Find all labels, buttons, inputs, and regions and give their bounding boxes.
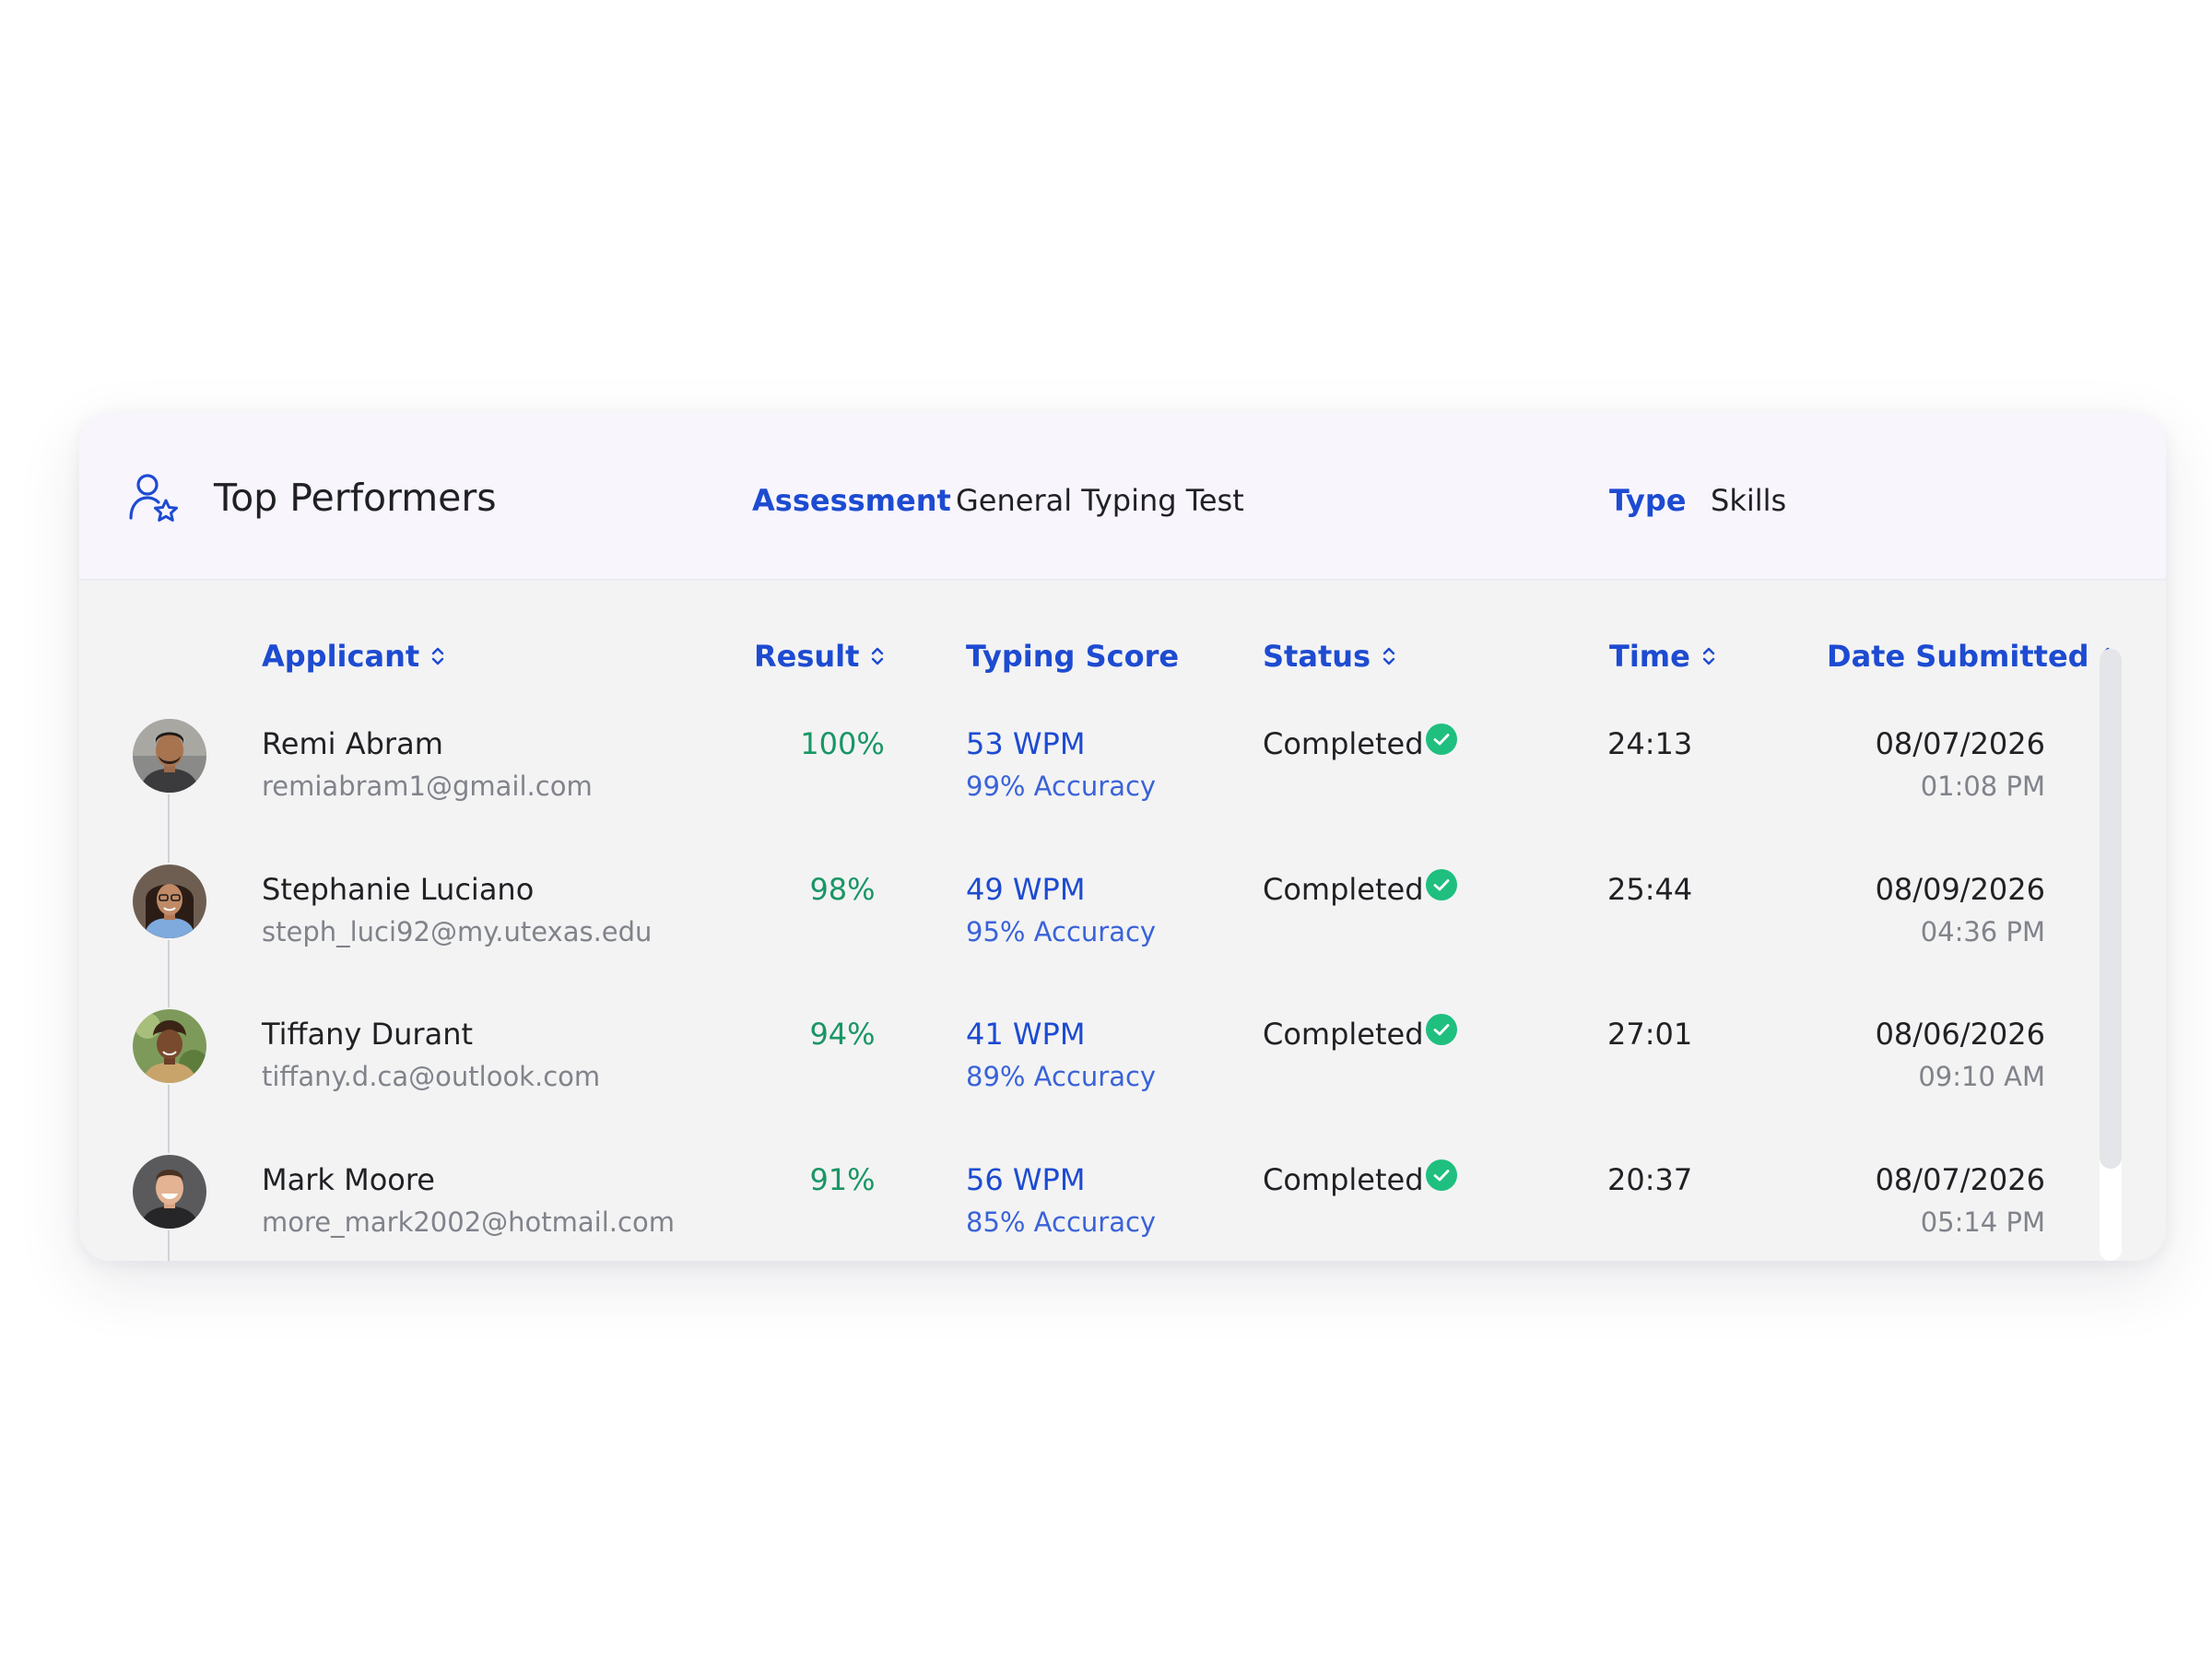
column-label: Typing Score (966, 639, 1180, 674)
applicant-email: remiabram1@gmail.com (262, 771, 593, 802)
avatar (131, 717, 208, 794)
column-label: Status (1263, 639, 1371, 674)
time-value: 24:13 (1607, 726, 1693, 761)
typing-wpm: 53 WPM (966, 726, 1086, 761)
table-row[interactable]: Stephanie Luciano steph_luci92@my.utexas… (79, 863, 2166, 1008)
column-header-typing-score[interactable]: Typing Score (966, 639, 1179, 674)
status-text: Completed (1263, 1017, 1424, 1052)
column-header-date-submitted[interactable]: Date Submitted (1827, 639, 2115, 674)
column-label: Applicant (262, 639, 420, 674)
table-row[interactable]: Mark Moore more_mark2002@hotmail.com 91%… (79, 1153, 2166, 1261)
result-value: 98% (809, 872, 876, 907)
column-header-applicant[interactable]: Applicant (262, 639, 445, 674)
type-value: Skills (1711, 483, 1787, 518)
applicant-name[interactable]: Remi Abram (262, 726, 443, 761)
typing-wpm: 49 WPM (966, 872, 1086, 907)
card-header: Top Performers Assessment General Typing… (79, 413, 2166, 581)
time-submitted: 04:36 PM (1920, 916, 2045, 947)
table-row[interactable]: Tiffany Durant tiffany.d.ca@outlook.com … (79, 1007, 2166, 1153)
check-circle-icon (1426, 724, 1457, 755)
time-value: 27:01 (1607, 1017, 1693, 1052)
check-circle-icon (1426, 869, 1457, 900)
person-avatar-icon (133, 719, 206, 793)
time-value: 20:37 (1607, 1162, 1693, 1197)
date-submitted: 08/07/2026 (1875, 1162, 2045, 1197)
assessment-label: Assessment (752, 483, 951, 518)
scrollbar-thumb[interactable] (2100, 649, 2122, 1169)
column-header-result[interactable]: Result (754, 639, 885, 674)
person-avatar-icon (133, 1155, 206, 1229)
result-value: 94% (809, 1017, 876, 1052)
column-label: Result (754, 639, 860, 674)
time-value: 25:44 (1607, 872, 1693, 907)
sort-arrows-icon (872, 647, 884, 665)
applicant-name[interactable]: Tiffany Durant (262, 1017, 473, 1052)
date-submitted: 08/09/2026 (1875, 872, 2045, 907)
status-text: Completed (1263, 1162, 1424, 1197)
sort-arrows-icon (1382, 647, 1395, 665)
column-header-status[interactable]: Status (1263, 639, 1396, 674)
applicant-email: steph_luci92@my.utexas.edu (262, 916, 653, 947)
user-star-icon (129, 474, 178, 522)
time-submitted: 09:10 AM (1918, 1061, 2045, 1092)
status-text: Completed (1263, 726, 1424, 761)
top-performers-card: Top Performers Assessment General Typing… (79, 413, 2166, 1261)
time-submitted: 05:14 PM (1920, 1206, 2045, 1238)
assessment-value: General Typing Test (956, 483, 1244, 518)
typing-accuracy: 85% Accuracy (966, 1206, 1157, 1238)
column-label: Date Submitted (1827, 639, 2089, 674)
person-avatar-icon (133, 1009, 206, 1083)
column-header-time[interactable]: Time (1609, 639, 1716, 674)
sort-arrows-icon (431, 647, 444, 665)
applicant-email: tiffany.d.ca@outlook.com (262, 1061, 601, 1092)
avatar (131, 1007, 208, 1085)
status-text: Completed (1263, 872, 1424, 907)
person-avatar-icon (133, 865, 206, 938)
type-label: Type (1609, 483, 1687, 518)
result-value: 100% (800, 726, 885, 761)
table-row[interactable]: Remi Abram remiabram1@gmail.com 100% 53 … (79, 717, 2166, 863)
check-circle-icon (1426, 1159, 1457, 1191)
applicant-email: more_mark2002@hotmail.com (262, 1206, 675, 1238)
typing-accuracy: 99% Accuracy (966, 771, 1157, 802)
time-submitted: 01:08 PM (1920, 771, 2045, 802)
typing-accuracy: 89% Accuracy (966, 1061, 1157, 1092)
result-value: 91% (809, 1162, 876, 1197)
sort-arrows-icon (1702, 647, 1715, 665)
avatar (131, 1153, 208, 1230)
date-submitted: 08/06/2026 (1875, 1017, 2045, 1052)
avatar (131, 863, 208, 940)
date-submitted: 08/07/2026 (1875, 726, 2045, 761)
column-label: Time (1609, 639, 1690, 674)
check-circle-icon (1426, 1014, 1457, 1045)
typing-wpm: 56 WPM (966, 1162, 1086, 1197)
page-title: Top Performers (214, 476, 497, 520)
typing-wpm: 41 WPM (966, 1017, 1086, 1052)
applicant-name[interactable]: Stephanie Luciano (262, 872, 534, 907)
applicant-name[interactable]: Mark Moore (262, 1162, 435, 1197)
typing-accuracy: 95% Accuracy (966, 916, 1157, 947)
